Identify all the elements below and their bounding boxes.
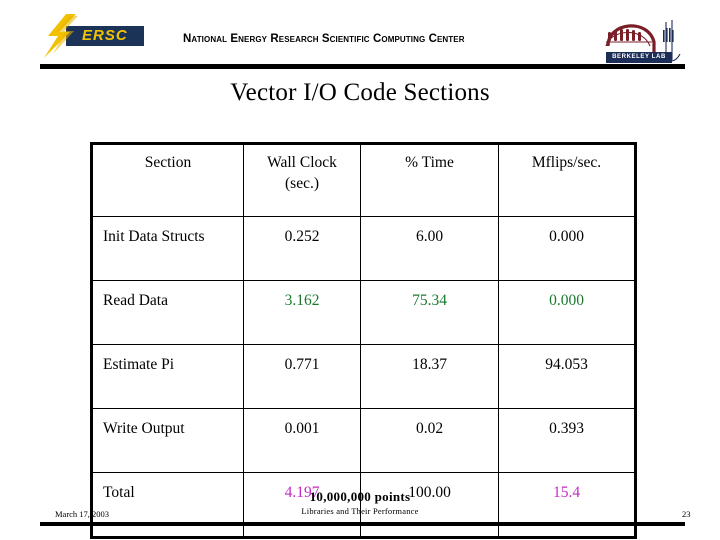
header-divider-rule	[40, 64, 685, 69]
column-header-percent-time: % Time	[360, 143, 499, 217]
column-header-mflips: Mflips/sec.	[498, 143, 636, 217]
cell-mflips: 0.393	[498, 408, 636, 473]
cell-mflips: 0.000	[498, 280, 636, 345]
column-header-mflips-label: Mflips/sec.	[531, 154, 602, 171]
berkeley-lab-logo: BERKELEY LAB	[596, 6, 686, 68]
slide-header: ERSC National Energy Research Scientific…	[0, 0, 720, 72]
footer-main-note: 10,000,000 points	[309, 489, 411, 504]
cell-percent-time: 18.37	[360, 344, 499, 409]
nersc-logo: ERSC	[38, 14, 148, 58]
table-row: Read Data 3.162 75.34 0.000	[91, 280, 636, 345]
code-sections-table-container: Section Wall Clock (sec.) % Time Mflips/…	[90, 142, 637, 539]
berkeley-lab-banner-text: BERKELEY LAB	[606, 52, 672, 63]
table-row: Estimate Pi 0.771 18.37 94.053	[91, 344, 636, 409]
footer-divider-rule	[40, 522, 685, 526]
cell-percent-time: 6.00	[360, 216, 499, 281]
cell-wall-clock: 0.001	[243, 408, 361, 473]
column-header-section-label: Section	[144, 154, 192, 171]
footer-date: March 17, 2003	[55, 509, 110, 519]
page-title: Vector I/O Code Sections	[230, 79, 490, 106]
cell-section: Write Output	[91, 408, 244, 473]
organization-name: National Energy Research Scientific Comp…	[183, 33, 465, 45]
cell-wall-clock: 0.771	[243, 344, 361, 409]
code-sections-table: Section Wall Clock (sec.) % Time Mflips/…	[90, 142, 637, 539]
column-header-wall-clock: Wall Clock (sec.)	[243, 143, 361, 217]
column-header-wall-clock-unit: (sec.)	[285, 175, 319, 192]
column-header-wall-clock-label: Wall Clock	[267, 154, 337, 171]
column-header-percent-time-label: % Time	[405, 154, 454, 171]
cell-wall-clock: 0.252	[243, 216, 361, 281]
cell-section: Estimate Pi	[91, 344, 244, 409]
nersc-logo-text: ERSC	[82, 27, 128, 44]
table-row: Write Output 0.001 0.02 0.393	[91, 408, 636, 473]
table-header-row: Section Wall Clock (sec.) % Time Mflips/…	[91, 143, 636, 217]
cell-mflips: 94.053	[498, 344, 636, 409]
cell-percent-time: 0.02	[360, 408, 499, 473]
table-row: Init Data Structs 0.252 6.00 0.000	[91, 216, 636, 281]
cell-mflips: 0.000	[498, 216, 636, 281]
cell-section: Init Data Structs	[91, 216, 244, 281]
footer-page-number: 23	[682, 509, 691, 519]
cell-percent-time: 75.34	[360, 280, 499, 345]
cell-wall-clock: 3.162	[243, 280, 361, 345]
cell-section: Read Data	[91, 280, 244, 345]
column-header-section: Section	[91, 143, 244, 217]
